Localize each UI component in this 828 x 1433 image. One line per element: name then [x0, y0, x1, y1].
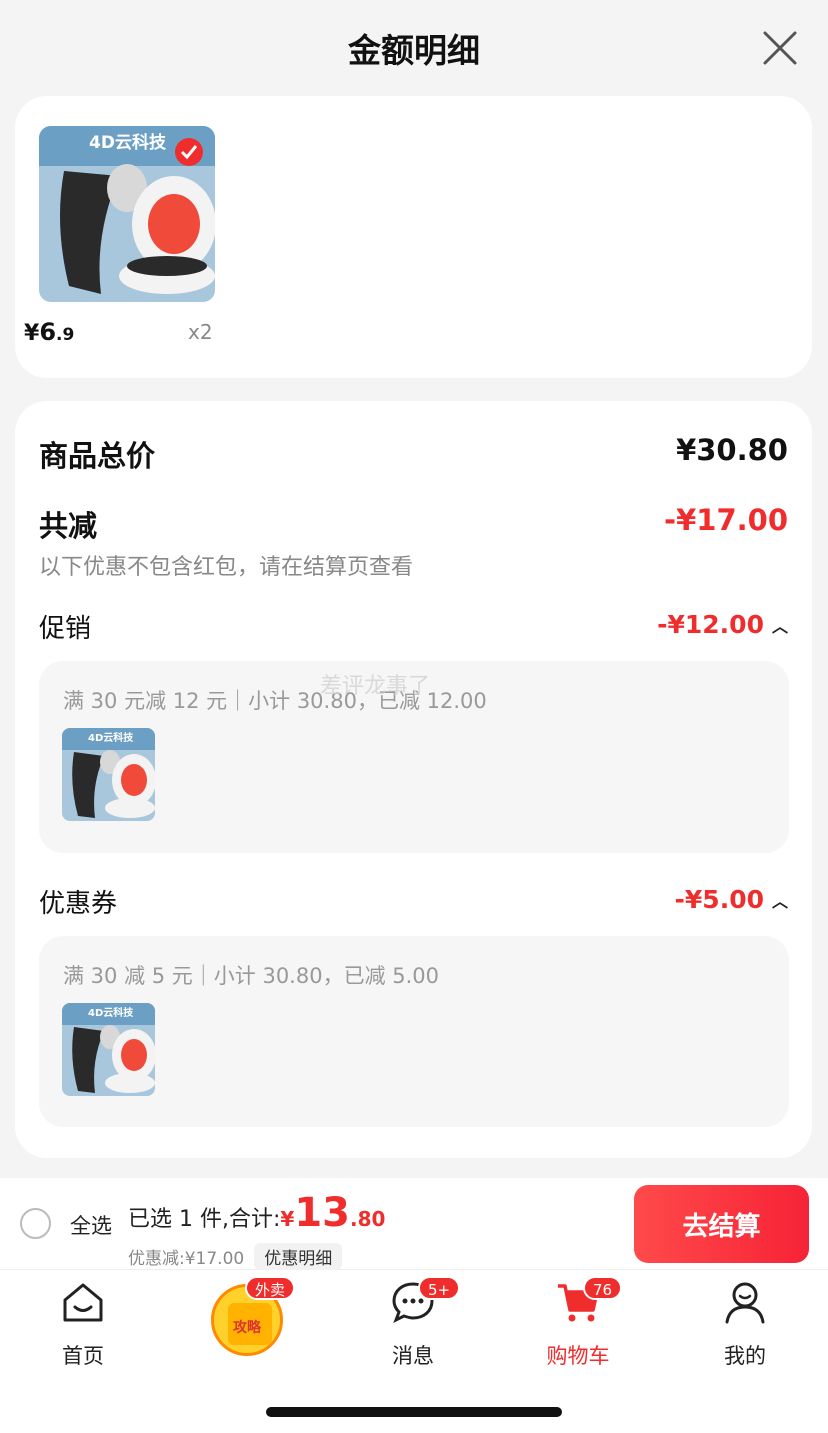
- svg-text:4D云科技: 4D云科技: [89, 132, 167, 153]
- checkout-button[interactable]: 去结算: [634, 1185, 809, 1263]
- total-integer: 13: [294, 1190, 350, 1236]
- watermark: 差评龙事了: [320, 674, 431, 699]
- coupon-description: 满 30 减 5 元｜小计 30.80，已减 5.00: [63, 964, 440, 988]
- selection-summary: 已选 1 件,合计:¥13.80: [128, 1190, 385, 1236]
- home-indicator: [266, 1407, 562, 1417]
- discount-detail-button[interactable]: 优惠明细: [254, 1243, 343, 1270]
- total-value: ¥30.80: [676, 433, 788, 467]
- reduce-note: 以下优惠不包含红包，请在结算页查看: [39, 555, 414, 580]
- product-image[interactable]: 4D云科技: [39, 126, 215, 302]
- price-integer: 6: [39, 318, 57, 346]
- price-symbol: ¥: [24, 321, 40, 346]
- coupon-value: -¥5.00: [674, 885, 764, 914]
- price-decimal: .9: [56, 325, 75, 345]
- sheet-title: 金额明细: [348, 31, 480, 70]
- tab-cart[interactable]: 76 购物车: [523, 1276, 633, 1370]
- summary-prefix: 已选 1 件,合计:: [128, 1207, 281, 1232]
- select-all-radio[interactable]: [20, 1208, 51, 1239]
- coupon-label: 优惠券: [39, 889, 118, 919]
- tab-cart-label: 购物车: [546, 1344, 610, 1368]
- messages-badge: 5+: [418, 1276, 461, 1300]
- tab-home-label: 首页: [62, 1344, 104, 1368]
- tab-takeout-promo[interactable]: 攻略 外卖: [211, 1276, 296, 1356]
- promo-value: -¥12.00: [657, 610, 764, 639]
- close-icon[interactable]: [762, 30, 798, 66]
- tab-me-label: 我的: [724, 1344, 766, 1368]
- coupon-product-image: 4D云科技: [62, 1003, 155, 1096]
- select-all-label[interactable]: 全选: [70, 1210, 112, 1240]
- detail-card: 商品总价 ¥30.80 共减 -¥17.00 以下优惠不包含红包，请在结算页查看…: [15, 401, 812, 1158]
- total-currency: ¥: [280, 1207, 295, 1231]
- tab-messages-label: 消息: [392, 1344, 434, 1368]
- product-quantity: x2: [188, 320, 213, 344]
- svg-text:4D云科技: 4D云科技: [88, 731, 134, 744]
- total-label: 商品总价: [39, 439, 156, 473]
- tab-me[interactable]: 我的: [690, 1280, 800, 1370]
- product-card: 4D云科技: [15, 96, 812, 378]
- reduce-value: -¥17.00: [664, 503, 788, 537]
- takeout-promo-text: 攻略: [233, 1320, 261, 1336]
- chevron-up-icon: ︿: [771, 616, 788, 636]
- discount-line: 优惠减:¥17.00 优惠明细: [128, 1243, 343, 1270]
- tab-messages[interactable]: 5+ 消息: [358, 1276, 468, 1370]
- promo-product-image: 4D云科技: [62, 728, 155, 821]
- reduce-label: 共减: [39, 509, 98, 543]
- product-price: ¥6.9: [24, 318, 74, 346]
- promo-label: 促销: [39, 614, 92, 644]
- tab-home[interactable]: 首页: [28, 1280, 138, 1370]
- cart-badge: 76: [583, 1276, 623, 1300]
- chevron-up-icon: ︿: [771, 891, 788, 911]
- coupon-toggle[interactable]: -¥5.00 ︿: [675, 885, 788, 914]
- total-decimal: .80: [349, 1207, 386, 1231]
- coupon-box: 满 30 减 5 元｜小计 30.80，已减 5.00 4D云科技: [39, 936, 789, 1127]
- user-icon: [725, 1282, 765, 1324]
- discount-amount: 优惠减:¥17.00: [128, 1249, 245, 1269]
- home-icon: [63, 1283, 103, 1322]
- sheet-header: 金额明细: [0, 0, 828, 96]
- promo-toggle[interactable]: -¥12.00 ︿: [657, 610, 788, 639]
- takeout-badge: 外卖: [245, 1276, 296, 1300]
- svg-text:4D云科技: 4D云科技: [88, 1006, 134, 1019]
